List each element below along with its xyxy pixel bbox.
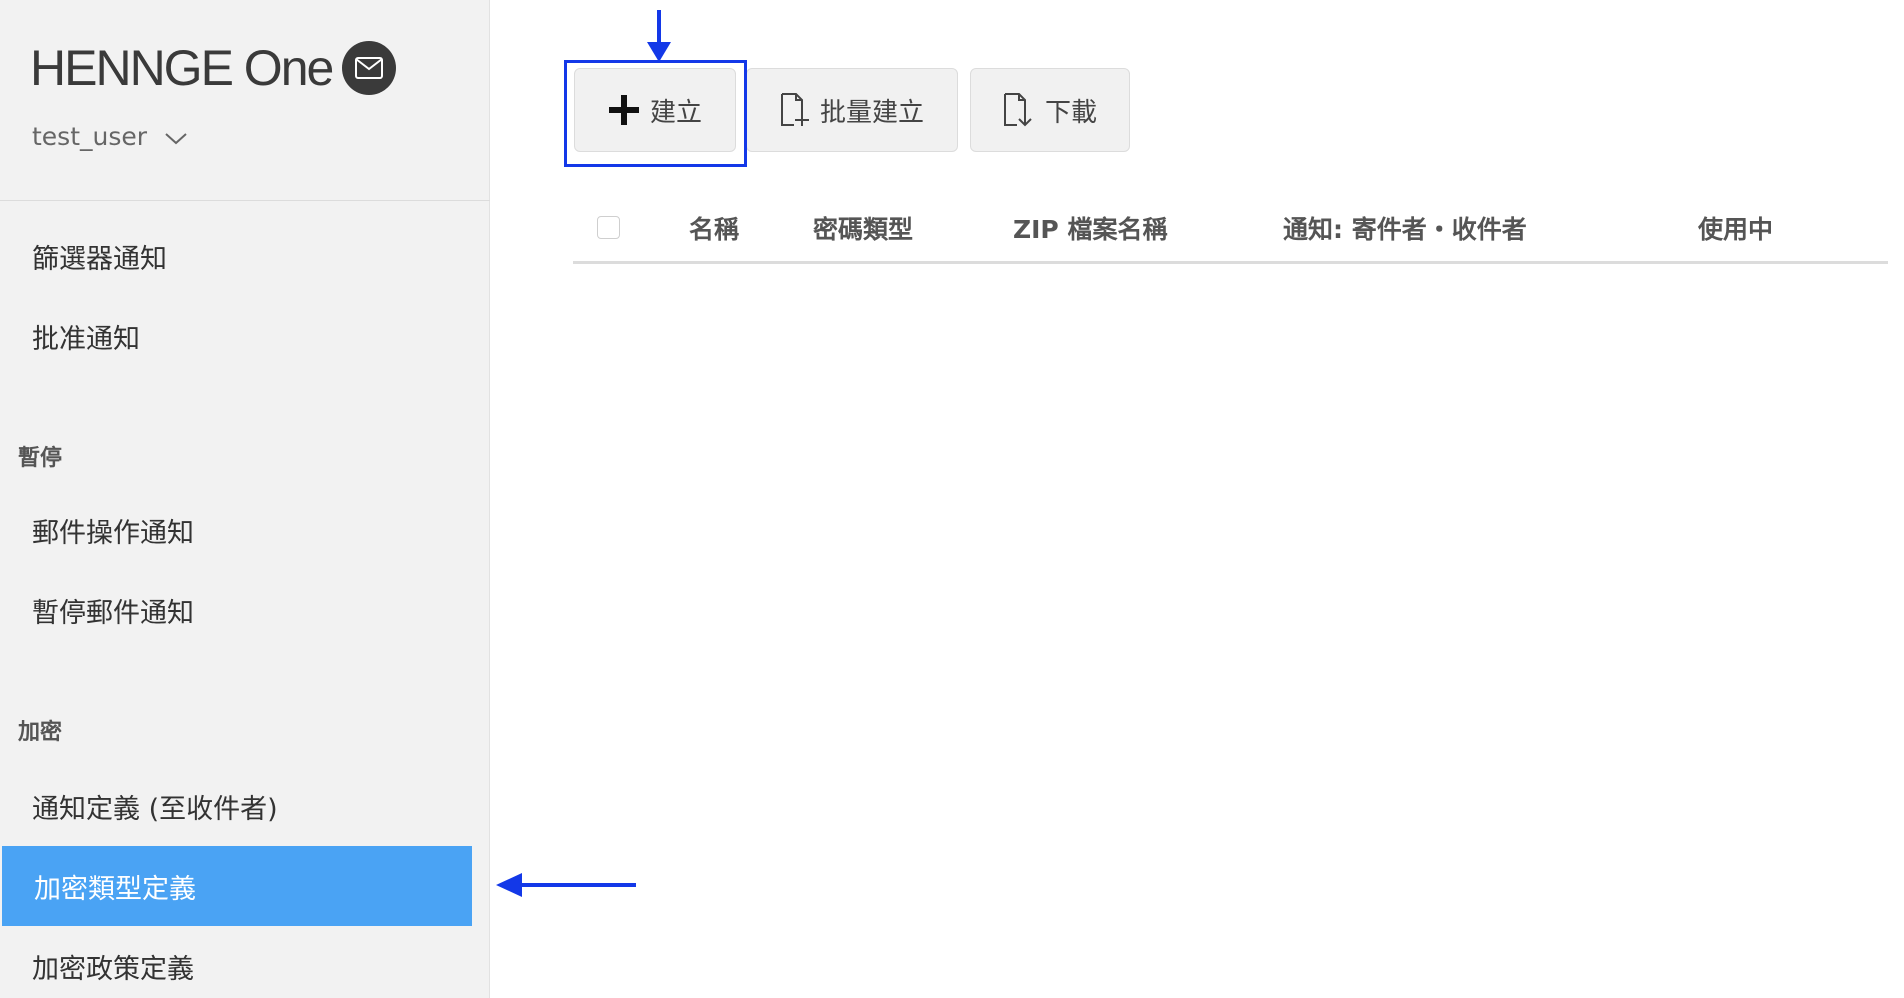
chevron-down-icon [165, 122, 187, 151]
sidebar-item-notification-definition[interactable]: 通知定義 (至收件者) [0, 766, 470, 846]
column-header-zip-filename[interactable]: ZIP 檔案名稱 [1013, 210, 1167, 246]
sidebar-item-encryption-type-definition[interactable]: 加密類型定義 [2, 846, 472, 926]
sidebar-item-filter-notification[interactable]: 篩選器通知 [0, 216, 470, 296]
section-title-pause: 暫停 [18, 446, 63, 471]
annotation-arrow-down-icon [647, 10, 671, 62]
sidebar-item-label: 暫停郵件通知 [32, 597, 194, 629]
annotation-arrow-left-icon [496, 873, 636, 897]
sidebar-item-label: 篩選器通知 [32, 243, 167, 275]
sidebar-item-encryption-policy-definition[interactable]: 加密政策定義 [0, 926, 470, 998]
column-header-password-type[interactable]: 密碼類型 [813, 210, 913, 246]
create-button[interactable]: 建立 [574, 68, 736, 152]
sidebar: HENNGE One test_user 篩選器通知 批准通知 暫停 郵件操作通… [0, 0, 490, 998]
table-header: 名稱 密碼類型 ZIP 檔案名稱 通知: 寄件者・收件者 使用中 [573, 200, 1888, 264]
bulk-create-button[interactable]: 批量建立 [746, 68, 958, 152]
file-add-icon [780, 93, 810, 127]
column-header-name[interactable]: 名稱 [689, 210, 739, 246]
brand-name: HENNGE One [30, 40, 334, 96]
sidebar-item-label: 加密政策定義 [32, 953, 194, 985]
sidebar-item-approval-notification[interactable]: 批准通知 [0, 296, 470, 376]
app-root: HENNGE One test_user 篩選器通知 批准通知 暫停 郵件操作通… [0, 0, 1904, 998]
column-header-notification[interactable]: 通知: 寄件者・收件者 [1283, 210, 1527, 246]
user-name: test_user [32, 122, 148, 151]
section-title-encryption: 加密 [18, 720, 63, 745]
sidebar-divider [0, 200, 490, 201]
plus-icon [608, 94, 640, 126]
user-menu[interactable]: test_user [32, 122, 187, 151]
sidebar-item-label: 郵件操作通知 [32, 517, 194, 549]
create-button-label: 建立 [649, 97, 702, 128]
download-button-label: 下載 [1044, 97, 1097, 128]
sidebar-item-label: 批准通知 [32, 323, 140, 355]
brand-logo: HENNGE One [30, 38, 397, 98]
download-button[interactable]: 下載 [970, 68, 1130, 152]
mail-icon [342, 41, 397, 95]
bulk-create-button-label: 批量建立 [819, 97, 924, 128]
sidebar-item-label: 通知定義 (至收件者) [32, 793, 278, 825]
sidebar-item-label: 加密類型定義 [34, 873, 196, 905]
file-download-icon [1003, 93, 1035, 127]
select-all-checkbox[interactable] [597, 216, 620, 239]
sidebar-item-paused-mail-notification[interactable]: 暫停郵件通知 [0, 570, 470, 650]
sidebar-item-mail-operation-notification[interactable]: 郵件操作通知 [0, 490, 470, 570]
column-header-in-use[interactable]: 使用中 [1698, 210, 1773, 246]
